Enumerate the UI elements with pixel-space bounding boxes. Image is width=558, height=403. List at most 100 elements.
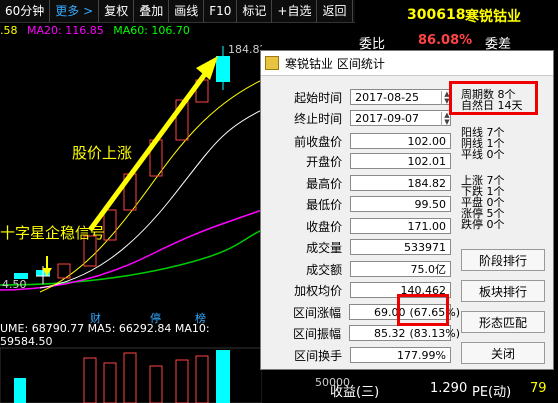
row-prev-close: 前收盘价 102.00 <box>271 131 451 151</box>
peak-price-label: 184.82 <box>228 43 262 56</box>
row-amount: 成交额 75.0亿 <box>271 259 451 279</box>
row-low: 最低价 99.50 <box>271 194 451 214</box>
change-label: 区间涨幅 <box>292 305 341 320</box>
limit-down-value: 0个 <box>486 218 505 231</box>
toolbar-item-f10[interactable]: F10 <box>204 0 238 22</box>
highlight-period <box>449 81 538 115</box>
volume-bar <box>175 359 189 403</box>
open-value: 102.01 <box>350 153 451 169</box>
end-time-field[interactable]: 2017-09-07 ▲ ▼ <box>350 110 451 126</box>
ma5-value: .58 <box>0 24 18 37</box>
bottom-right-stats: 收益(三) 1.290 PE(动) 79 <box>330 370 558 403</box>
volume-bar <box>14 378 26 403</box>
close-value: 171.00 <box>350 218 451 234</box>
start-time-label: 起始时间 <box>294 90 343 105</box>
eps-value: 1.290 <box>430 381 468 396</box>
toolbar-item-diejia[interactable]: 叠加 <box>134 0 170 22</box>
volume-label: 成交量 <box>306 240 343 255</box>
weibi-value: 86.08% <box>418 33 473 48</box>
amount-value: 75.0亿 <box>350 261 451 277</box>
toolbar-item-zixuan[interactable]: +自选 <box>272 0 318 22</box>
toolbar-item-biaoji[interactable]: 标记 <box>237 0 273 22</box>
start-time-value: 2017-08-25 <box>355 91 420 104</box>
volume-chart <box>0 347 262 403</box>
volume-bar <box>216 350 230 403</box>
start-time-field[interactable]: 2017-08-25 ▲ ▼ <box>350 89 451 105</box>
volume-value: 533971 <box>350 239 451 255</box>
end-time-label: 终止时间 <box>294 111 343 126</box>
toolbar-item-fanhui[interactable]: 返回 <box>317 0 353 22</box>
row-end-time: 终止时间 2017-09-07 ▲ ▼ <box>271 108 451 128</box>
amount-label: 成交额 <box>306 262 343 277</box>
close-label: 收盘价 <box>306 219 343 234</box>
volume-legend: UME: 68790.77 MA5: 66292.84 MA10: 59584.… <box>0 322 262 348</box>
dialog-title: 寒锐钴业 区间统计 <box>285 56 385 71</box>
rise-annotation: 股价上涨 <box>72 144 132 162</box>
open-label: 开盘价 <box>306 154 343 169</box>
toolbar: 60分钟 更多 > 复权 叠加 画线 F10 标记 +自选 返回 <box>0 0 355 23</box>
limit-down-label: 跌停 <box>461 218 483 231</box>
row-volume: 成交量 533971 <box>271 237 451 257</box>
row-turnover: 区间换手 177.99% <box>271 345 451 365</box>
candle-stats: 阳线 7个 阴线 1个 平线 0个 <box>461 127 505 160</box>
row-start-time: 起始时间 2017-08-25 ▲ ▼ <box>271 87 451 107</box>
dialog-titlebar[interactable]: 寒锐钴业 区间统计 <box>261 51 553 76</box>
low-label: 最低价 <box>306 197 343 212</box>
arrow-head-icon <box>196 56 218 80</box>
flat-value: 0个 <box>486 148 505 161</box>
close-button[interactable]: 关闭 <box>461 342 545 364</box>
stock-name: 寒锐钴业 <box>465 9 521 25</box>
turnover-value: 177.99% <box>350 347 451 363</box>
high-label: 最高价 <box>306 176 343 191</box>
app-icon <box>265 56 279 70</box>
eps-label: 收益(三) <box>330 385 380 400</box>
stock-header: 300618 寒锐钴业 <box>355 0 558 30</box>
pattern-match-button[interactable]: 形态匹配 <box>461 311 545 333</box>
amplitude-pct: 83.13% <box>413 327 456 340</box>
volume-bar <box>123 352 137 403</box>
row-close: 收盘价 171.00 <box>271 216 451 236</box>
prev-close-value: 102.00 <box>350 133 451 149</box>
signal-annotation: 十字星企稳信号 <box>0 224 105 242</box>
flat-label: 平线 <box>461 148 483 161</box>
amplitude-value: 85.32 <box>374 327 406 340</box>
candle <box>103 209 117 241</box>
toolbar-item-fuquan[interactable]: 复权 <box>99 0 135 22</box>
pe-value: 79 <box>530 381 547 396</box>
stock-code: 300618 <box>407 7 466 23</box>
row-high: 最高价 184.82 <box>271 173 451 193</box>
volume-bar <box>195 355 209 403</box>
chevron-right-icon: > <box>83 4 94 18</box>
stage-ranking-button[interactable]: 阶段排行 <box>461 249 545 271</box>
more-button[interactable]: 更多 > <box>50 0 100 22</box>
prev-close-label: 前收盘价 <box>294 134 343 149</box>
ma10-line <box>39 109 262 289</box>
weibi-row: 委比 86.08% 委差 <box>355 30 558 52</box>
period-button[interactable]: 60分钟 <box>0 0 51 22</box>
amplitude-field: 85.32 (83.13%) <box>349 325 460 341</box>
kline-chart[interactable]: 184.82 股价上涨 十字星企稳信号 4.50 财 停 榜 <box>0 40 262 340</box>
ma-legend: .58 MA20: 116.85 MA60: 106.70 <box>0 24 190 37</box>
low-value: 99.50 <box>350 196 451 212</box>
low-price-label: 4.50 <box>2 278 27 291</box>
move-stats: 上涨 7个 下跌 1个 平盘 0个 涨停 5个 跌停 0个 <box>461 175 505 230</box>
ma60-value: MA60: 106.70 <box>113 24 190 37</box>
more-label: 更多 <box>55 4 80 18</box>
vwap-label: 加权均价 <box>294 283 343 298</box>
volume-bar <box>103 362 117 403</box>
amplitude-label: 区间振幅 <box>292 326 341 341</box>
volume-bar <box>83 357 97 403</box>
turnover-label: 区间换手 <box>294 348 343 363</box>
high-value: 184.82 <box>350 175 451 191</box>
row-open: 开盘价 102.01 <box>271 151 451 171</box>
ma5-line <box>39 79 262 293</box>
volume-bar <box>149 365 163 403</box>
toolbar-item-huaxian[interactable]: 画线 <box>169 0 205 22</box>
row-amplitude: 区间振幅 85.32 (83.13%) <box>271 323 460 343</box>
end-time-value: 2017-09-07 <box>355 112 420 125</box>
ma20-line <box>0 209 262 291</box>
sector-ranking-button[interactable]: 板块排行 <box>461 280 545 302</box>
ma20-value: MA20: 116.85 <box>27 24 104 37</box>
highlight-change <box>397 294 449 326</box>
pe-label: PE(动) <box>472 385 512 400</box>
